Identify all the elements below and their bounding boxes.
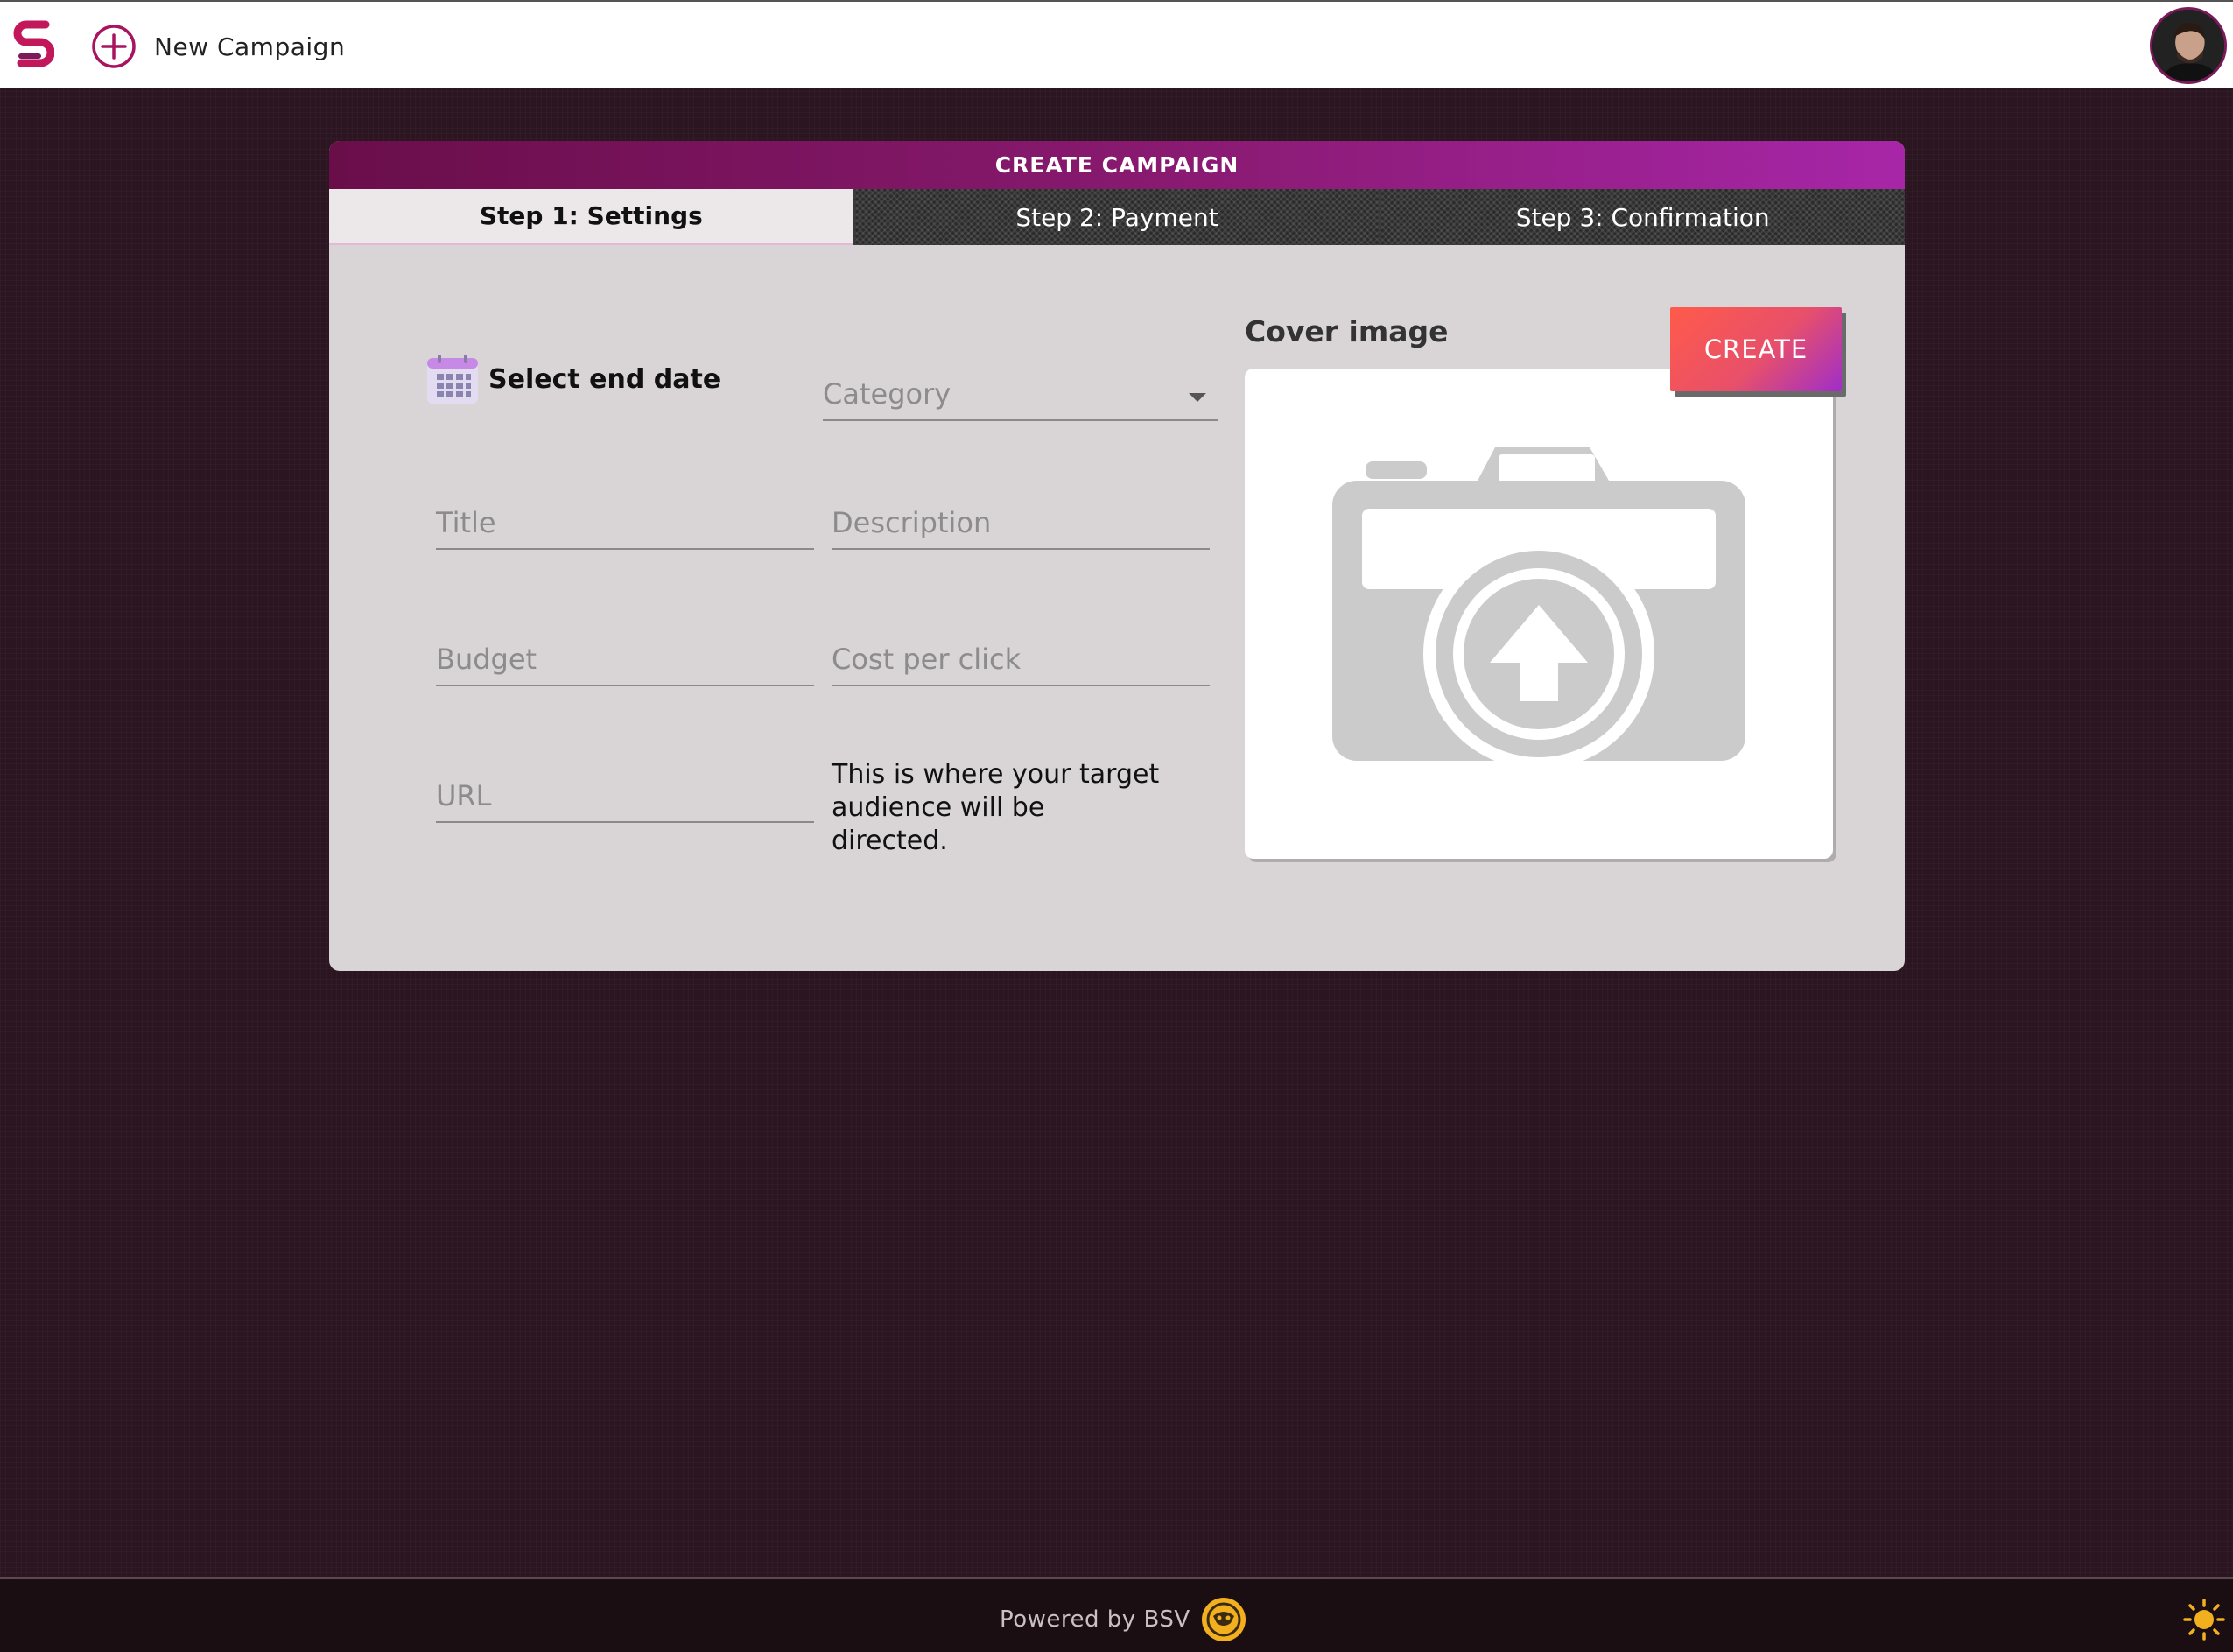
url-input[interactable]: URL (436, 774, 814, 823)
top-bar: New Campaign (0, 0, 2233, 88)
user-avatar[interactable] (2150, 7, 2227, 84)
tab-settings[interactable]: Step 1: Settings (329, 189, 853, 245)
description-input[interactable]: Description (832, 501, 1210, 550)
description-placeholder: Description (832, 506, 992, 539)
cost-per-click-placeholder: Cost per click (832, 643, 1022, 676)
bsv-logo-icon[interactable] (1201, 1597, 1246, 1642)
cost-per-click-input[interactable]: Cost per click (832, 637, 1210, 686)
footer: Powered by BSV (0, 1577, 2233, 1652)
calendar-icon (427, 355, 478, 404)
chevron-down-icon (1189, 393, 1206, 402)
plus-circle-icon (92, 25, 136, 68)
sun-icon[interactable] (2183, 1599, 2225, 1641)
budget-placeholder: Budget (436, 643, 537, 676)
end-date-picker[interactable]: Select end date (425, 353, 720, 405)
tab-confirmation[interactable]: Step 3: Confirmation (1379, 189, 1905, 245)
powered-by-text: Powered by BSV (1000, 1606, 1190, 1633)
url-placeholder: URL (436, 779, 492, 812)
camera-upload-icon (1332, 447, 1745, 770)
app-logo-icon[interactable] (12, 18, 54, 74)
budget-input[interactable]: Budget (436, 637, 814, 686)
category-select[interactable]: Category (823, 372, 1218, 421)
step-tabs: Step 1: Settings Step 2: Payment Step 3:… (329, 189, 1905, 245)
create-campaign-card: CREATE CAMPAIGN Step 1: Settings Step 2:… (329, 141, 1905, 971)
create-button[interactable]: CREATE (1670, 307, 1842, 391)
title-input[interactable]: Title (436, 501, 814, 550)
url-helper-text: This is where your target audience will … (832, 759, 1160, 856)
new-campaign-label: New Campaign (154, 32, 346, 61)
card-title: CREATE CAMPAIGN (329, 141, 1905, 189)
powered-by: Powered by BSV (1000, 1597, 1246, 1642)
tab-payment[interactable]: Step 2: Payment (853, 189, 1380, 245)
cover-image-label: Cover image (1245, 314, 1449, 348)
cover-image-upload[interactable] (1245, 369, 1833, 859)
avatar-photo-icon (2152, 10, 2224, 81)
title-placeholder: Title (436, 506, 496, 539)
new-campaign-button[interactable]: New Campaign (91, 21, 345, 72)
end-date-label: Select end date (488, 363, 721, 395)
category-placeholder: Category (823, 377, 951, 411)
